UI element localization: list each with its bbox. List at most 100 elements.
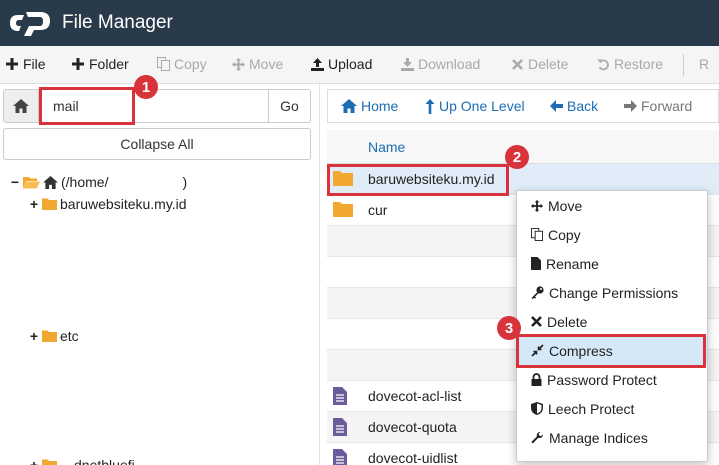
nav-up-button[interactable]: Up One Level [425, 98, 525, 114]
nav-up-label: Up One Level [439, 98, 525, 114]
nav-forward-label: Forward [641, 98, 693, 114]
nav-back-label: Back [567, 98, 599, 114]
upload-label: Upload [328, 56, 373, 72]
highlight-compress [516, 334, 706, 368]
folder-open-icon [23, 176, 40, 188]
menu-item-move[interactable]: Move [517, 191, 707, 220]
tree-item-etc[interactable]: + etc [29, 328, 79, 344]
tree-root-close: ) [182, 174, 188, 190]
plus-icon [71, 57, 85, 71]
new-folder-label: Folder [89, 56, 129, 72]
menu-item-label: Copy [548, 226, 581, 243]
close-icon [510, 57, 524, 71]
move-icon [231, 57, 245, 71]
app-title: File Manager [62, 12, 173, 33]
name-column-header[interactable]: Name [368, 139, 405, 155]
tree-item-partial[interactable]: + …dnetbluefi [29, 457, 135, 465]
menu-item-label: Change Permissions [549, 284, 679, 301]
delete-button[interactable]: Delete [510, 56, 568, 72]
menu-item-label: Manage Indices [549, 429, 648, 446]
navigation-bar: Home Up One Level Back Forward [327, 89, 719, 123]
menu-item-label: Delete [547, 313, 588, 330]
cpanel-logo [10, 12, 50, 36]
download-label: Download [418, 56, 481, 72]
plus-icon[interactable]: + [29, 196, 39, 212]
tree-item-label: …dnetbluefi [60, 457, 135, 465]
move-icon [531, 199, 543, 212]
toolbar: File Folder Copy Move Upload Download De… [0, 46, 719, 84]
download-button[interactable]: Download [400, 56, 480, 72]
file-name: dovecot-quota [368, 419, 457, 435]
nav-home-label: Home [361, 98, 399, 114]
level-up-icon [425, 98, 435, 114]
tree-item-label: etc [60, 328, 79, 344]
home-icon [341, 99, 357, 113]
toolbar-divider [683, 54, 684, 76]
menu-item-label: Rename [546, 255, 599, 272]
home-directory-button[interactable] [3, 89, 39, 123]
nav-home-button[interactable]: Home [341, 98, 398, 114]
copy-label: Copy [174, 56, 207, 72]
undo-icon [596, 57, 610, 71]
collapse-all-button[interactable]: Collapse All [3, 128, 311, 160]
nav-forward-button[interactable]: Forward [624, 98, 692, 114]
copy-icon [531, 228, 543, 241]
menu-item-delete[interactable]: Delete [517, 307, 707, 336]
pane-divider [319, 84, 320, 465]
tree-item-baruwebsiteku[interactable]: + baruwebsiteku.my.id [29, 196, 187, 212]
plus-icon[interactable]: + [29, 457, 39, 465]
tree-item-label: baruwebsiteku.my.id [60, 196, 187, 212]
upload-button[interactable]: Upload [310, 56, 372, 72]
minus-icon[interactable]: − [10, 174, 20, 190]
nav-back-button[interactable]: Back [550, 98, 598, 114]
highlight-folder-row [327, 164, 509, 196]
plus-icon [5, 57, 19, 71]
folder-icon [42, 459, 57, 465]
home-icon [43, 175, 58, 189]
restore-label: Restore [614, 56, 664, 72]
key-icon [531, 286, 544, 299]
folder-icon [42, 198, 57, 210]
step-badge: 2 [505, 145, 529, 169]
move-button[interactable]: Move [231, 56, 283, 72]
menu-item-manage-indices[interactable]: Manage Indices [517, 423, 707, 452]
context-menu: Move Copy Rename Change Permissions Dele… [516, 190, 708, 462]
lock-icon [531, 373, 542, 386]
menu-item-label: Password Protect [547, 371, 657, 388]
menu-item-password-protect[interactable]: Password Protect [517, 365, 707, 394]
tree-root[interactable]: − (/home/ ) [10, 174, 187, 190]
wrench-icon [531, 431, 543, 444]
file-name: dovecot-uidlist [368, 450, 458, 465]
file-name: dovecot-acl-list [368, 388, 462, 404]
copy-icon [156, 57, 170, 71]
copy-button[interactable]: Copy [156, 56, 207, 72]
rename-label: R [699, 56, 710, 72]
arrow-left-icon [550, 100, 563, 112]
menu-item-change-permissions[interactable]: Change Permissions [517, 278, 707, 307]
tree-root-label: (/home/ [61, 174, 109, 190]
move-label: Move [249, 56, 284, 72]
app-header: File Manager [0, 0, 719, 46]
download-icon [400, 57, 414, 71]
new-folder-button[interactable]: Folder [71, 56, 129, 72]
file-name: cur [368, 202, 388, 218]
menu-item-rename[interactable]: Rename [517, 249, 707, 278]
restore-button[interactable]: Restore [596, 56, 663, 72]
go-button[interactable]: Go [268, 89, 311, 123]
file-icon [531, 257, 541, 270]
menu-item-label: Move [548, 197, 583, 214]
folder-icon [333, 202, 353, 217]
file-icon [333, 387, 347, 405]
menu-item-copy[interactable]: Copy [517, 220, 707, 249]
menu-item-leech-protect[interactable]: Leech Protect [517, 394, 707, 423]
upload-icon [310, 57, 324, 71]
close-icon [531, 316, 542, 327]
new-file-button[interactable]: File [5, 56, 46, 72]
plus-icon[interactable]: + [29, 328, 39, 344]
step-badge: 1 [134, 75, 158, 99]
arrow-right-icon [624, 100, 637, 112]
rename-button[interactable]: R [699, 56, 709, 72]
file-icon [333, 418, 347, 436]
folder-icon [42, 330, 57, 342]
menu-item-label: Leech Protect [548, 400, 635, 417]
